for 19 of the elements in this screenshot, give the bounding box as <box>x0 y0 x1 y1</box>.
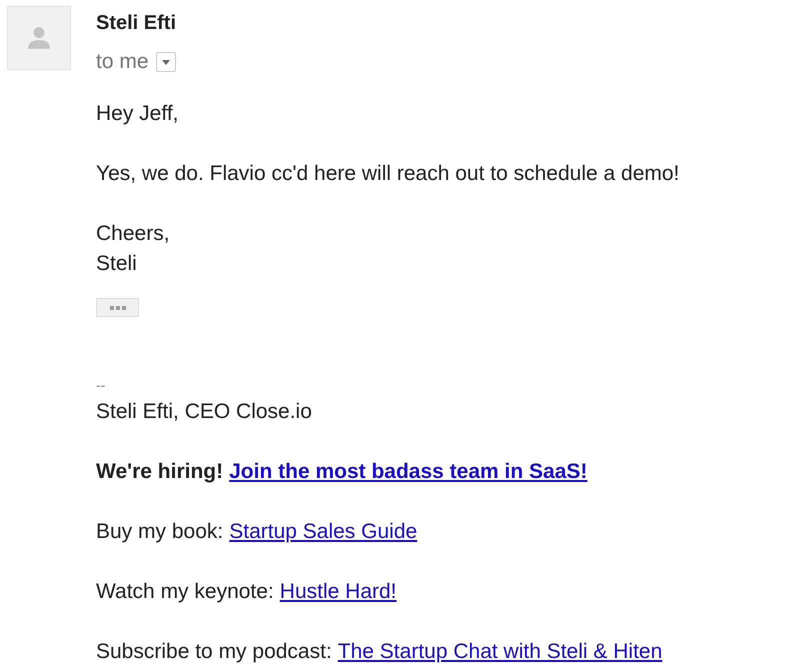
recipient-label: to me <box>96 49 149 75</box>
avatar-icon <box>7 6 71 70</box>
signature-label: We're hiring! <box>96 459 224 485</box>
sender-name: Steli Efti <box>96 11 178 36</box>
details-dropdown-button[interactable] <box>156 52 176 72</box>
signature-link[interactable]: Startup Sales Guide <box>229 517 418 547</box>
signature-label: Subscribe to my podcast: <box>96 639 332 665</box>
message-paragraph: Yes, we do. Flavio cc'd here will reach out to schedule a demo! <box>96 161 680 187</box>
signature-link[interactable]: Hustle Hard! <box>280 577 397 607</box>
signature-label: Watch my keynote: <box>96 579 274 605</box>
signature-name: Steli Efti, CEO Close.io <box>96 399 313 425</box>
message-paragraph: Hey Jeff, <box>96 101 180 127</box>
signature-separator: -- <box>96 376 106 395</box>
signature-link[interactable]: Join the most badass team in SaaS! <box>229 457 588 487</box>
ellipsis-icon <box>108 306 126 310</box>
signature-link[interactable]: The Startup Chat with Steli & Hiten <box>338 637 662 665</box>
message-paragraph: Cheers, Steli <box>96 221 171 277</box>
caret-icon <box>162 60 170 64</box>
signature-label: Buy my book: <box>96 519 224 545</box>
